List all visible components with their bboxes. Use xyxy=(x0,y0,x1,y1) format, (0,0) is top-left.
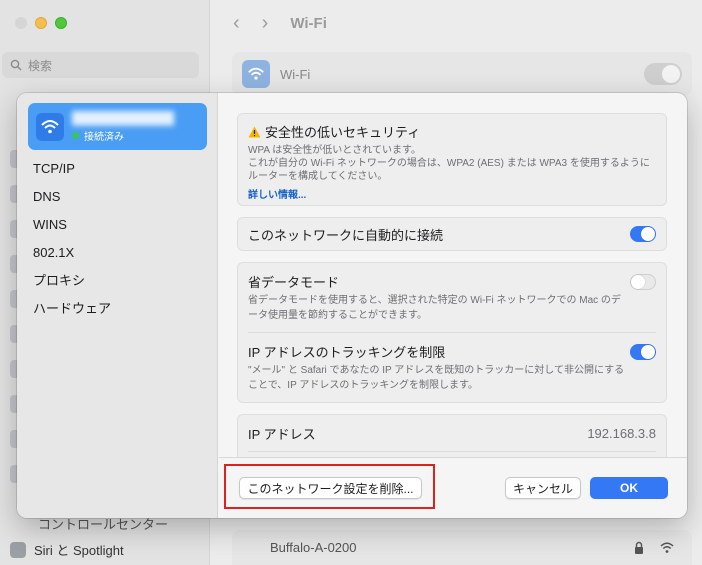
connection-status-label: 接続済み xyxy=(84,131,124,143)
window-controls xyxy=(15,17,67,29)
limit-ip-tracking-label: IP アドレスのトラッキングを制限 xyxy=(248,345,446,360)
wifi-label: Wi-Fi xyxy=(280,66,311,82)
connection-status: 接続済み xyxy=(72,128,174,143)
limit-ip-tracking-description: "メール" と Safari であなたの IP アドレスを既知のトラッカーに対し… xyxy=(248,365,625,391)
network-name: Buffalo-A-0200 xyxy=(270,540,357,555)
ok-button[interactable]: OK xyxy=(590,477,668,499)
cancel-button[interactable]: キャンセル xyxy=(505,477,581,499)
wifi-master-row: Wi-Fi xyxy=(232,52,692,96)
search-icon xyxy=(10,59,22,71)
warning-title: 安全性の低いセキュリティ xyxy=(265,125,421,140)
background-header: ‹ › Wi-Fi xyxy=(211,0,702,46)
network-details-sheet: ████████████ 接続済み TCP/IP DNS WINS 802.1X… xyxy=(17,93,687,518)
siri-icon xyxy=(10,541,26,558)
connected-dot-icon xyxy=(72,131,79,139)
sheet-sidebar-list: TCP/IP DNS WINS 802.1X プロキシ ハードウェア xyxy=(33,155,111,323)
wifi-icon xyxy=(242,60,270,88)
divider xyxy=(248,451,656,452)
sidebar-item-8021x[interactable]: 802.1X xyxy=(33,239,111,267)
ip-address-label: IP アドレス xyxy=(248,426,316,442)
low-data-mode-label: 省データモード xyxy=(248,275,340,290)
search-field[interactable]: 検索 xyxy=(2,52,199,78)
ip-address-value: 192.168.3.8 xyxy=(587,425,656,441)
low-data-mode-toggle[interactable] xyxy=(630,273,656,290)
data-options-group: 省データモード 省データモードを使用すると、選択された特定の Wi-Fi ネット… xyxy=(237,262,667,403)
zoom-window-button[interactable] xyxy=(55,17,67,29)
warning-text-1: WPA は安全性が低いとされています。 xyxy=(248,145,421,156)
sidebar-item-label: Siri と Spotlight xyxy=(34,543,124,558)
sidebar-item-tcpip[interactable]: TCP/IP xyxy=(33,155,111,183)
lock-icon xyxy=(635,541,643,554)
sidebar-item-proxy[interactable]: プロキシ xyxy=(33,267,111,295)
low-data-mode-row: 省データモード 省データモードを使用すると、選択された特定の Wi-Fi ネット… xyxy=(238,263,666,332)
page-title: Wi-Fi xyxy=(290,14,327,32)
selected-network-item[interactable]: ████████████ 接続済み xyxy=(28,103,207,150)
ip-address-box: IP アドレス 192.168.3.8 xyxy=(237,414,667,457)
sidebar-item-siri[interactable]: Siri と Spotlight xyxy=(10,540,124,559)
wifi-toggle[interactable] xyxy=(644,63,682,85)
wifi-icon xyxy=(36,112,64,141)
network-name-redacted: ████████████ xyxy=(72,110,175,125)
learn-more-link[interactable]: 詳しい情報... xyxy=(248,186,656,201)
search-placeholder: 検索 xyxy=(28,58,53,73)
auto-join-row: このネットワークに自動的に接続 xyxy=(237,217,667,251)
limit-ip-tracking-toggle[interactable] xyxy=(630,343,656,360)
limit-ip-tracking-row: IP アドレスのトラッキングを制限 "メール" と Safari であなたの I… xyxy=(238,333,666,402)
warning-icon xyxy=(248,126,261,137)
low-data-mode-description: 省データモードを使用すると、選択された特定の Wi-Fi ネットワークでの Ma… xyxy=(248,295,621,321)
network-list-row[interactable]: Buffalo-A-0200 xyxy=(232,530,692,565)
wifi-signal-icon xyxy=(660,542,674,553)
auto-join-label: このネットワークに自動的に接続 xyxy=(248,227,444,243)
forward-button[interactable]: › xyxy=(262,12,269,35)
sidebar-item-dns[interactable]: DNS xyxy=(33,183,111,211)
back-button[interactable]: ‹ xyxy=(233,12,240,35)
sheet-content: 安全性の低いセキュリティ WPA は安全性が低いとされています。 これが自分の … xyxy=(219,93,687,457)
sidebar-item-wins[interactable]: WINS xyxy=(33,211,111,239)
minimize-window-button[interactable] xyxy=(35,17,47,29)
sheet-sidebar: ████████████ 接続済み TCP/IP DNS WINS 802.1X… xyxy=(17,93,218,518)
close-window-button[interactable] xyxy=(15,17,27,29)
annotation-highlight-box xyxy=(224,464,435,509)
warning-text-2: これが自分の Wi-Fi ネットワークの場合は、WPA2 (AES) または W… xyxy=(248,158,650,182)
sidebar-item-hardware[interactable]: ハードウェア xyxy=(33,295,111,323)
auto-join-toggle[interactable] xyxy=(630,226,656,242)
security-warning-box: 安全性の低いセキュリティ WPA は安全性が低いとされています。 これが自分の … xyxy=(237,113,667,206)
